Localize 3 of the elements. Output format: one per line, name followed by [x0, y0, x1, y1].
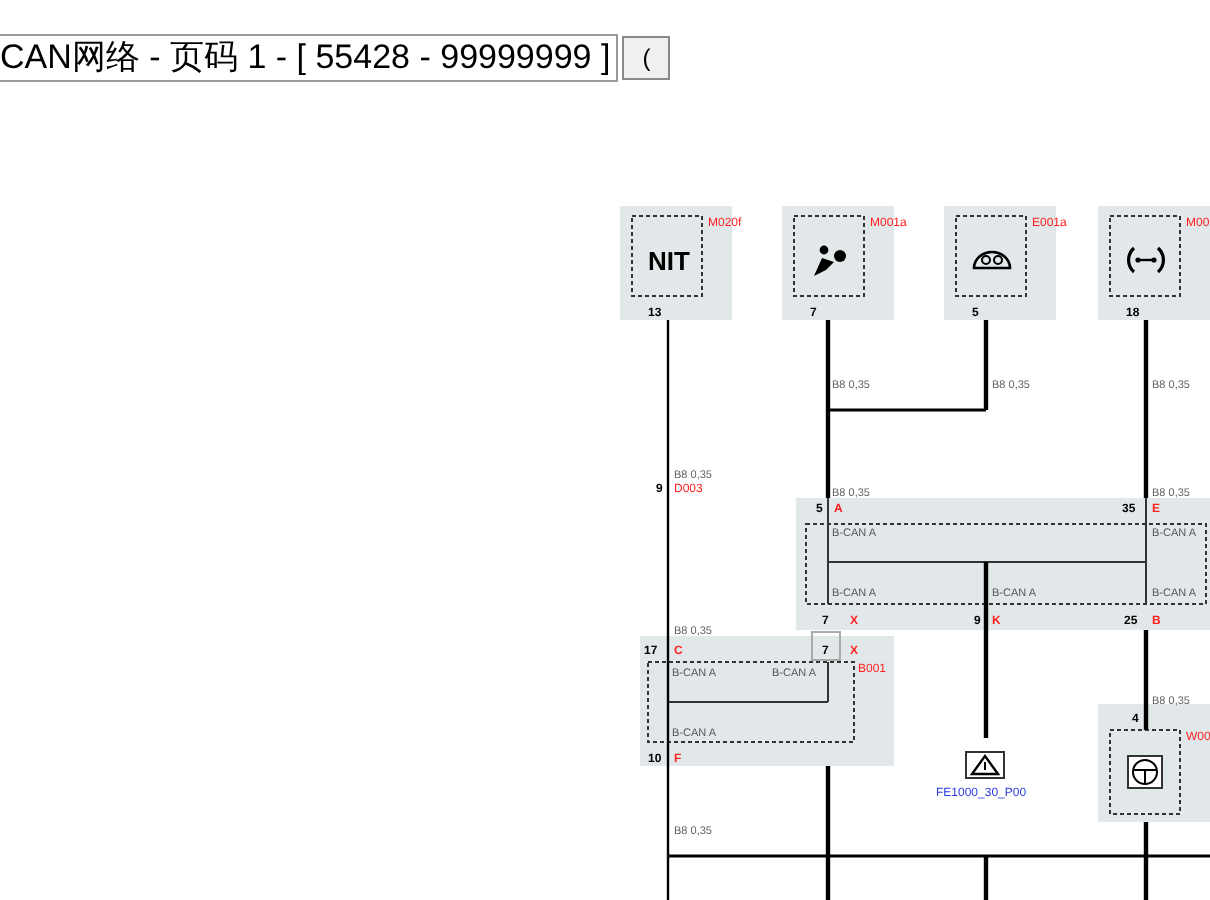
component-label: NIT — [648, 246, 690, 276]
page-title-field: CAN网络 - 页码 1 - [ 55428 - 99999999 ] — [0, 34, 619, 82]
page-button[interactable]: ( — [622, 36, 671, 80]
